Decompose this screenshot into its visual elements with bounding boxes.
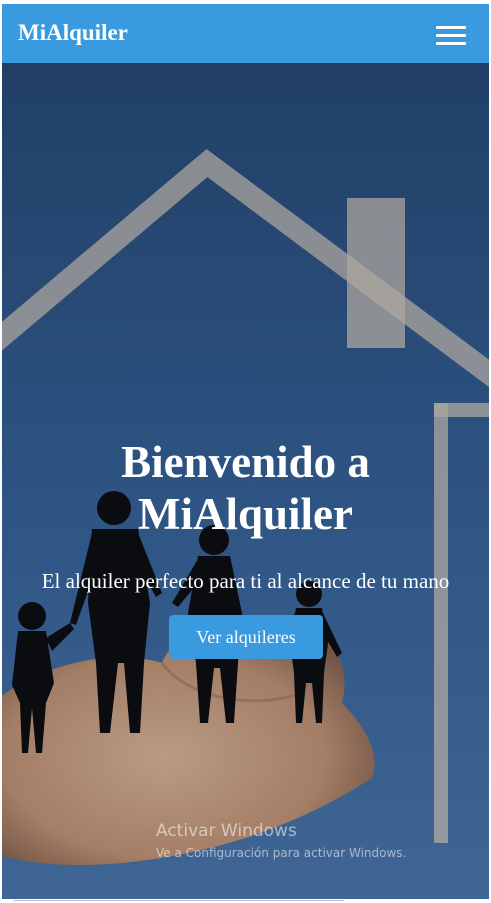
page-frame: MiAlquiler Bienvenido a MiAlquiler El al… bbox=[2, 4, 489, 899]
hero-section: Bienvenido a MiAlquiler El alquiler perf… bbox=[2, 63, 489, 899]
brand-logo[interactable]: MiAlquiler bbox=[18, 19, 128, 47]
hero-title-line2: MiAlquiler bbox=[138, 489, 353, 539]
watermark-title: Activar Windows bbox=[156, 821, 297, 841]
hero-subtitle: El alquiler perfecto para ti al alcance … bbox=[41, 569, 450, 593]
hero-title: Bienvenido a MiAlquiler bbox=[2, 436, 489, 540]
hero-title-line1: Bienvenido a bbox=[121, 437, 370, 487]
view-rentals-button[interactable]: Ver alquileres bbox=[169, 615, 323, 659]
horizontal-scrollbar[interactable] bbox=[14, 900, 344, 901]
navbar: MiAlquiler bbox=[2, 4, 489, 63]
activate-windows-watermark: Activar Windows Ve a Configuración para … bbox=[156, 820, 406, 862]
hero-content: Bienvenido a MiAlquiler El alquiler perf… bbox=[2, 63, 489, 899]
hamburger-menu-icon[interactable] bbox=[429, 22, 469, 48]
watermark-subtitle: Ve a Configuración para activar Windows. bbox=[156, 846, 407, 860]
